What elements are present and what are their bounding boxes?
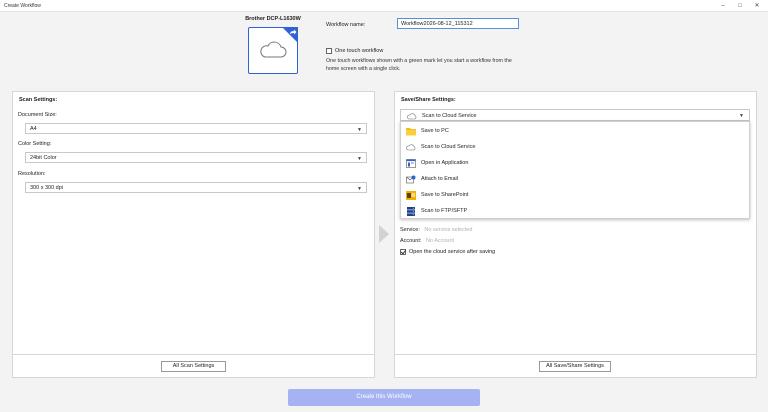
dropdown-item-open-in-application[interactable]: Open in Application — [406, 155, 746, 171]
service-label: Service: — [400, 227, 420, 233]
color-setting-label: Color Setting: — [18, 141, 52, 147]
all-scan-settings-button[interactable]: All Scan Settings — [161, 361, 226, 372]
workflow-name-label: Workflow name: — [326, 22, 366, 28]
chevron-down-icon: ▼ — [357, 127, 362, 133]
cloud-icon — [406, 143, 416, 152]
application-icon — [406, 158, 416, 168]
resolution-select[interactable]: 300 x 300 dpi ▼ — [25, 182, 367, 193]
dropdown-item-label: Save to PC — [421, 128, 449, 134]
color-setting-select[interactable]: 24bit Color ▼ — [25, 152, 367, 163]
save-share-selected-value: Scan to Cloud Service — [422, 113, 477, 119]
open-after-saving-checkbox[interactable] — [400, 249, 406, 255]
create-workflow-button[interactable]: Create this Workflow — [288, 389, 480, 406]
document-size-value: A4 — [30, 126, 37, 132]
scan-settings-title: Scan Settings: — [19, 97, 58, 103]
cloud-icon — [407, 112, 417, 119]
resolution-label: Resolution: — [18, 171, 46, 177]
service-value: No service selected — [424, 227, 473, 233]
title-bar: Create Workflow – □ ✕ — [0, 0, 768, 12]
scan-settings-footer: All Scan Settings — [13, 354, 374, 377]
resolution-value: 300 x 300 dpi — [30, 185, 64, 191]
account-row: Account: No Account — [400, 238, 454, 244]
chevron-down-icon: ▼ — [739, 113, 744, 119]
server-icon — [406, 206, 416, 216]
document-size-select[interactable]: A4 ▼ — [25, 123, 367, 134]
dropdown-item-label: Save to SharePoint — [421, 192, 469, 198]
dropdown-item-label: Scan to Cloud Service — [421, 144, 476, 150]
save-share-footer: All Save/Share Settings — [395, 354, 756, 377]
one-touch-option[interactable]: One touch workflow — [326, 48, 383, 54]
save-share-dropdown-list: Save to PC Scan to Cloud Service Open in… — [400, 121, 750, 219]
close-button[interactable]: ✕ — [751, 2, 763, 10]
flow-arrow-icon — [379, 225, 389, 243]
service-row: Service: No service selected — [400, 227, 472, 233]
dropdown-item-scan-to-cloud[interactable]: Scan to Cloud Service — [406, 139, 746, 155]
account-label: Account: — [400, 238, 422, 244]
dropdown-item-save-to-sharepoint[interactable]: Save to SharePoint — [406, 187, 746, 203]
dropdown-item-save-to-pc[interactable]: Save to PC — [406, 123, 746, 139]
one-touch-checkbox[interactable] — [326, 48, 332, 54]
scan-settings-panel: Scan Settings: Document Size: A4 ▼ Color… — [12, 91, 375, 378]
one-touch-description: One touch workflows shown with a green m… — [326, 58, 512, 72]
all-save-share-settings-button[interactable]: All Save/Share Settings — [539, 361, 611, 372]
workflow-header: Brother DCP-L1630W Workflow name: One to… — [0, 12, 768, 86]
window-title: Create Workflow — [4, 3, 41, 9]
workflow-icon-tile[interactable] — [248, 27, 298, 74]
open-after-saving-option[interactable]: Open the cloud service after saving — [400, 249, 495, 255]
email-icon — [406, 175, 416, 184]
dropdown-item-attach-to-email[interactable]: Attach to Email — [406, 171, 746, 187]
save-share-destination-select[interactable]: Scan to Cloud Service ▼ — [400, 109, 750, 121]
maximize-button[interactable]: □ — [734, 2, 746, 10]
account-value: No Account — [425, 238, 455, 244]
dropdown-item-scan-to-ftp[interactable]: Scan to FTP/SFTP — [406, 203, 746, 219]
chevron-down-icon: ▼ — [357, 156, 362, 162]
cloud-icon — [260, 41, 287, 58]
folder-icon — [406, 127, 416, 136]
sharepoint-icon — [406, 190, 416, 200]
one-touch-label: One touch workflow — [335, 48, 384, 54]
dropdown-item-label: Attach to Email — [421, 176, 458, 182]
dropdown-item-label: Scan to FTP/SFTP — [421, 208, 468, 214]
device-name: Brother DCP-L1630W — [245, 16, 301, 22]
minimize-button[interactable]: – — [717, 2, 729, 10]
chevron-down-icon: ▼ — [357, 186, 362, 192]
color-setting-value: 24bit Color — [30, 155, 57, 161]
save-share-settings-title: Save/Share Settings: — [401, 97, 456, 103]
document-size-label: Document Size: — [18, 112, 57, 118]
open-after-saving-label: Open the cloud service after saving — [409, 249, 496, 255]
workflow-name-input[interactable] — [397, 18, 519, 29]
dropdown-item-label: Open in Application — [421, 160, 469, 166]
